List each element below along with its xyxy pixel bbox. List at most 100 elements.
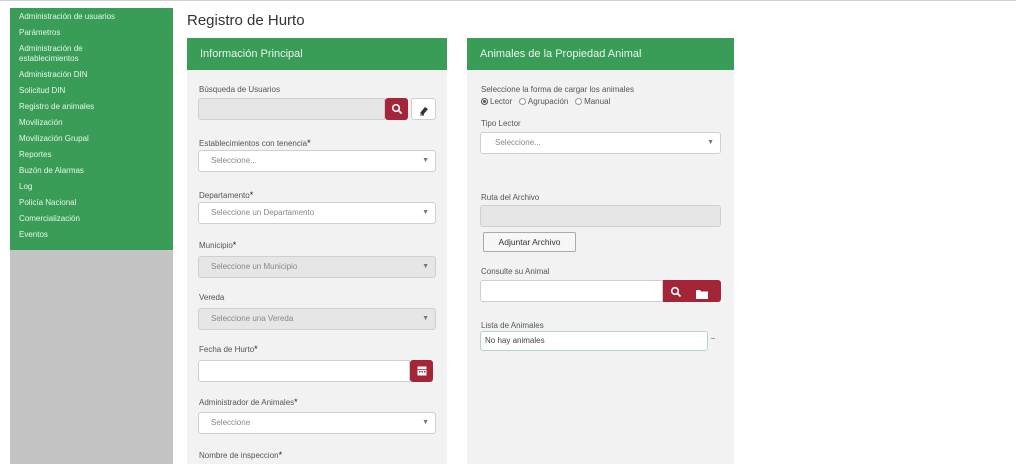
sidebar-item-label: Administración de usuarios — [19, 12, 116, 21]
animal-list[interactable]: No hay animales — [480, 331, 708, 351]
administrador-value: Seleccione — [211, 418, 251, 427]
sidebar-item-eventos[interactable]: Eventos — [10, 228, 173, 244]
top-border — [0, 0, 1016, 1]
sidebar: Administración de usuarios Parámetros Ad… — [10, 8, 173, 464]
chevron-down-icon: ▼ — [422, 263, 429, 270]
sidebar-item-solicitud-din[interactable]: Solicitud DIN — [10, 84, 173, 100]
sidebar-nav: Administración de usuarios Parámetros Ad… — [10, 8, 173, 250]
required-mark: * — [294, 397, 298, 407]
lista-label: Lista de Animales — [481, 321, 544, 330]
fecha-label: Fecha de Hurto* — [199, 344, 258, 354]
vereda-select[interactable]: Seleccione una Vereda ▼ — [198, 308, 436, 330]
establecimientos-select[interactable]: Seleccione... ▼ — [198, 150, 436, 172]
fecha-hurto-input[interactable] — [198, 360, 410, 382]
option-label: Manual — [584, 97, 611, 106]
sidebar-item-label: Movilización — [19, 118, 63, 127]
sidebar-item-label: Solicitud DIN — [19, 86, 66, 95]
administrador-select[interactable]: Seleccione ▼ — [198, 412, 436, 434]
user-search-button[interactable] — [385, 98, 408, 120]
tipo-lector-value: Seleccione... — [495, 138, 541, 147]
page-title: Registro de Hurto — [187, 12, 305, 29]
required-mark: * — [249, 190, 254, 200]
municipio-select[interactable]: Seleccione un Municipio ▼ — [198, 256, 436, 278]
chevron-down-icon: ▼ — [422, 419, 429, 426]
load-mode-options: Lector Agrupación Manual — [481, 97, 610, 106]
sidebar-item-log[interactable]: Log — [10, 180, 173, 196]
option-manual[interactable]: Manual — [575, 97, 610, 106]
main-info-panel-title: Información Principal — [187, 38, 447, 70]
required-mark: * — [232, 240, 237, 250]
departamento-value: Seleccione un Departamento — [211, 208, 315, 217]
sidebar-item-buzon-alarmas[interactable]: Buzón de Alarmas — [10, 164, 173, 180]
consulte-animal-input[interactable] — [480, 280, 663, 302]
main-info-panel: Información Principal Búsqueda de Usuari… — [187, 38, 447, 464]
vereda-value: Seleccione una Vereda — [211, 314, 294, 323]
administrador-label-text: Administrador de Animales — [199, 398, 295, 407]
inspeccion-label-text: Nombre de inspeccion — [199, 451, 279, 460]
establecimientos-value: Seleccione... — [211, 156, 257, 165]
departamento-select[interactable]: Seleccione un Departamento ▼ — [198, 202, 436, 224]
tipo-lector-select[interactable]: Seleccione... ▼ — [480, 132, 721, 154]
sidebar-item-label: Registro de animales — [19, 102, 95, 111]
required-mark: * — [254, 344, 258, 354]
search-icon — [670, 286, 682, 298]
establecimientos-label-text: Establecimientos con tenencia — [199, 139, 308, 148]
sidebar-item-movilizacion[interactable]: Movilización — [10, 116, 173, 132]
ruta-label: Ruta del Archivo — [481, 193, 540, 202]
sidebar-item-label-line2: establecimientos — [19, 54, 79, 63]
option-lector[interactable]: Lector — [481, 97, 512, 106]
sidebar-item-parametros[interactable]: Parámetros — [10, 26, 173, 42]
tipo-lector-label: Tipo Lector — [481, 119, 521, 128]
sidebar-item-administracion-establecimientos[interactable]: Administración de establecimientos — [10, 42, 173, 68]
establecimientos-label: Establecimientos con tenencia* — [199, 138, 311, 148]
chevron-down-icon: ▼ — [422, 315, 429, 322]
inspeccion-label: Nombre de inspeccion* — [199, 450, 282, 460]
list-resize-handle[interactable] — [711, 338, 715, 339]
sidebar-item-label: Administración de — [19, 44, 83, 53]
sidebar-item-comercializacion[interactable]: Comercialización — [10, 212, 173, 228]
radio-icon[interactable] — [518, 98, 526, 105]
user-search-input[interactable] — [198, 98, 385, 120]
sidebar-item-label: Log — [19, 182, 33, 191]
animals-panel: Animales de la Propiedad Animal Seleccio… — [467, 38, 734, 464]
sidebar-item-label: Reportes — [19, 150, 52, 159]
required-mark: * — [278, 450, 283, 460]
ruta-archivo-input[interactable] — [480, 205, 721, 227]
busqueda-label: Búsqueda de Usuarios — [199, 85, 280, 94]
departamento-label: Departamento* — [199, 190, 253, 200]
sidebar-item-policia-nacional[interactable]: Policía Nacional — [10, 196, 173, 212]
consulte-label: Consulte su Animal — [481, 267, 550, 276]
search-icon — [391, 103, 402, 115]
option-agrupacion[interactable]: Agrupación — [518, 97, 569, 106]
sidebar-item-label: Movilización Grupal — [19, 134, 89, 143]
departamento-label-text: Departamento — [199, 191, 250, 200]
folder-button[interactable] — [696, 286, 708, 304]
sidebar-item-label: Policía Nacional — [19, 198, 77, 207]
sidebar-item-registro-animales[interactable]: Registro de animales — [10, 100, 173, 116]
animal-search-button[interactable] — [670, 285, 682, 303]
sidebar-item-reportes[interactable]: Reportes — [10, 148, 173, 164]
option-label: Agrupación — [527, 97, 569, 106]
sidebar-item-label: Parámetros — [19, 28, 61, 37]
clear-search-button[interactable] — [411, 98, 436, 120]
chevron-down-icon: ▼ — [422, 209, 429, 216]
sidebar-item-label: Administración DIN — [19, 70, 88, 79]
required-mark: * — [307, 138, 311, 148]
sidebar-item-movilizacion-grupal[interactable]: Movilización Grupal — [10, 132, 173, 148]
animal-search-buttons — [663, 280, 721, 302]
radio-icon[interactable] — [575, 98, 583, 105]
sidebar-item-administracion-din[interactable]: Administración DIN — [10, 68, 173, 84]
load-mode-label: Seleccione la forma de cargar los animal… — [481, 85, 634, 94]
radio-selected-icon[interactable] — [481, 98, 488, 105]
option-label: Lector — [490, 97, 513, 106]
fecha-label-text: Fecha de Hurto — [199, 345, 255, 354]
chevron-down-icon: ▼ — [422, 157, 429, 164]
attach-file-button[interactable]: Adjuntar Archivo — [483, 232, 576, 252]
chevron-down-icon: ▼ — [707, 139, 714, 146]
municipio-label: Municipio* — [199, 240, 236, 250]
calendar-button[interactable] — [410, 360, 433, 382]
sidebar-item-label: Buzón de Alarmas — [19, 166, 84, 175]
sidebar-item-administracion-usuarios[interactable]: Administración de usuarios — [10, 10, 173, 26]
municipio-value: Seleccione un Municipio — [211, 262, 298, 271]
page: Administración de usuarios Parámetros Ad… — [0, 0, 1016, 464]
